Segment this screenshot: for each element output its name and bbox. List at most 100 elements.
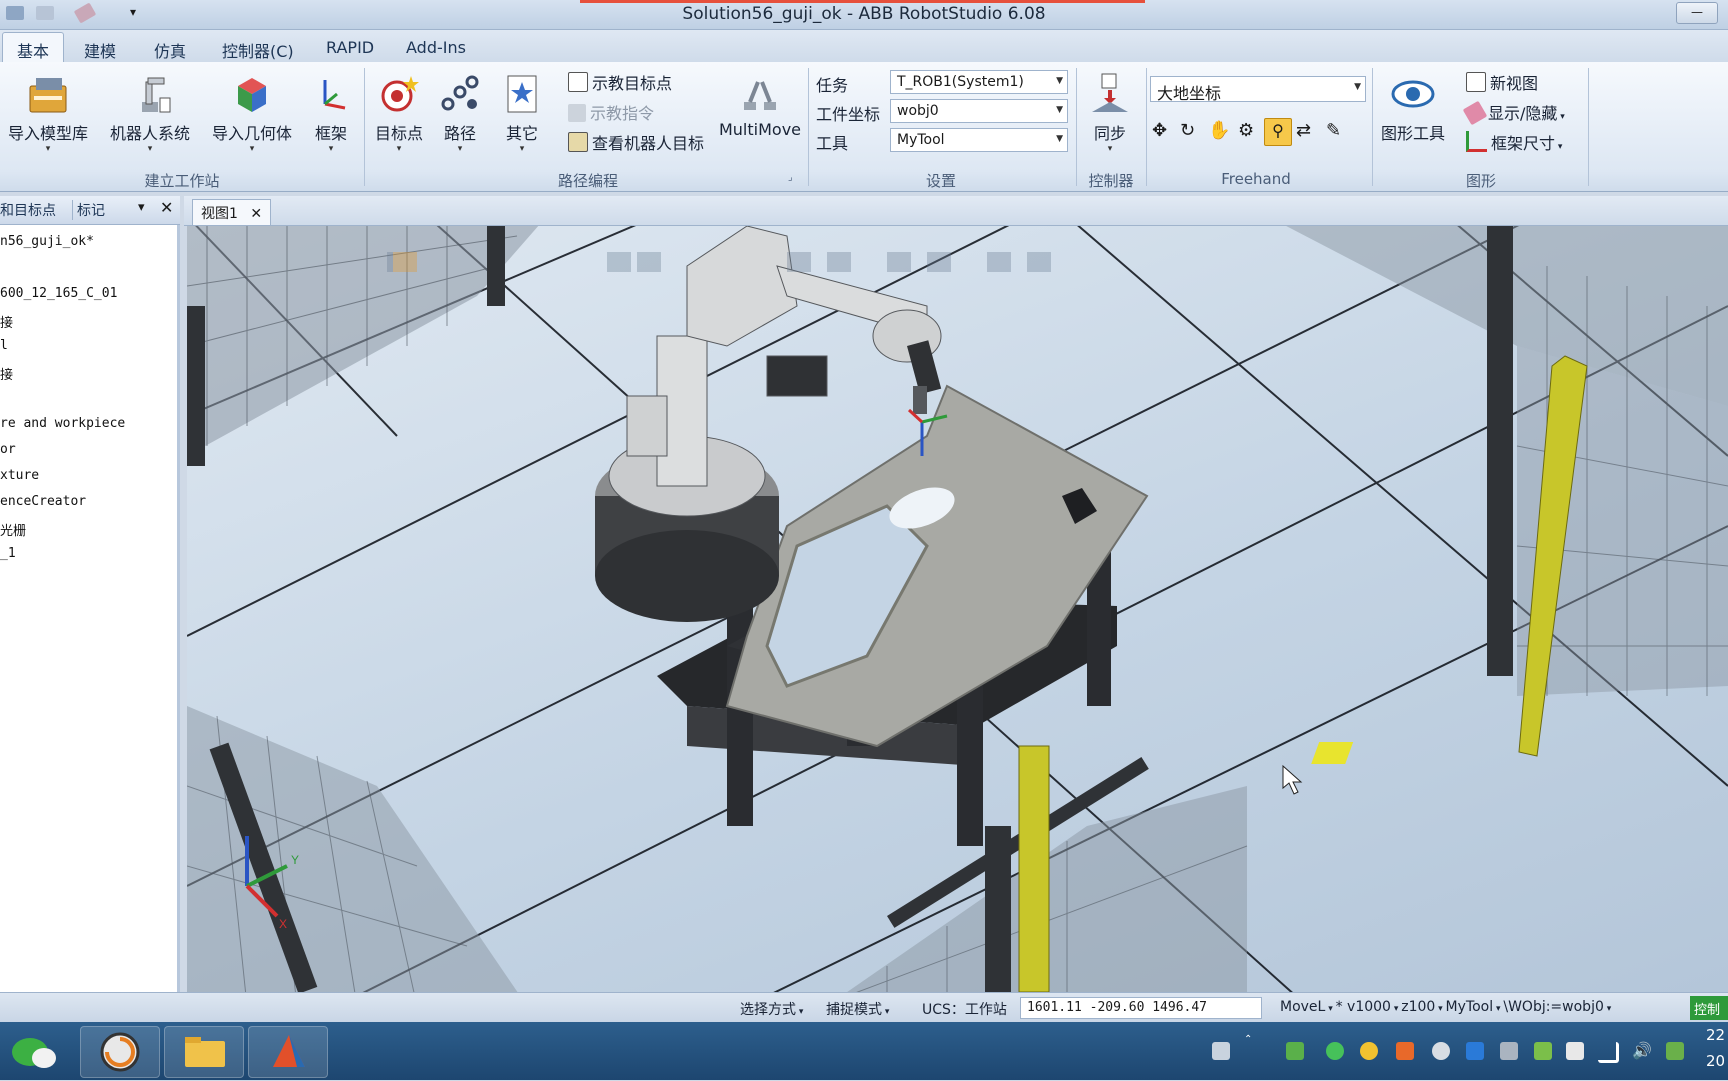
signal-icon[interactable] (1598, 1042, 1619, 1063)
sync-button[interactable]: 同步 ▾ (1082, 66, 1138, 162)
workobject-select[interactable]: wobj0 ▼ (890, 99, 1068, 123)
jog-reorient-icon[interactable]: ⇄ (1296, 120, 1311, 141)
security-icon[interactable] (1534, 1042, 1552, 1060)
taskbar-app-recorder-icon[interactable] (80, 1026, 160, 1078)
tree-item[interactable]: _1 (0, 546, 16, 561)
multi-robot-jog-icon[interactable]: ✎ (1326, 120, 1341, 141)
tree-item-fixture[interactable]: xture (0, 468, 39, 483)
snap-mode-dropdown[interactable]: 捕捉模式 ▾ (826, 999, 889, 1019)
3d-viewport[interactable]: Y X (187, 226, 1728, 992)
dialog-launcher-icon[interactable]: ⌟ (788, 172, 793, 183)
jog-hand-icon[interactable]: ✋ (1208, 120, 1230, 141)
tree-item[interactable]: or (0, 442, 16, 457)
wechat-icon[interactable] (2, 1026, 80, 1076)
tray-expand-icon[interactable]: ⌃ (1244, 1034, 1256, 1046)
tab-add-ins[interactable]: Add-Ins (398, 36, 474, 59)
group-label-settings: 设置 (925, 172, 956, 190)
robotstudio-app-icon[interactable] (248, 1026, 328, 1078)
tree-item[interactable]: 接 (0, 364, 13, 383)
tree-item-fence-creator[interactable]: enceCreator (0, 494, 86, 509)
add-icon[interactable] (1360, 1042, 1378, 1060)
new-view-label: 新视图 (1490, 74, 1539, 93)
move-icon[interactable]: ✥ (1152, 120, 1167, 141)
other-label: 其它 (505, 124, 538, 143)
controller-status-button[interactable]: 控制 (1690, 996, 1728, 1020)
selection-mode-dropdown[interactable]: 选择方式 ▾ (740, 999, 803, 1019)
teach-target-button[interactable]: 示教目标点 (568, 70, 672, 94)
battery-icon[interactable] (1286, 1042, 1304, 1060)
jog-joint-icon[interactable]: ⚙ (1238, 120, 1254, 141)
import-library-button[interactable]: 导入模型库 ▾ (2, 66, 94, 162)
new-view-button[interactable]: 新视图 (1466, 70, 1538, 94)
group-label-graphics: 图形 (1465, 172, 1496, 190)
import-library-label: 导入模型库 (7, 124, 88, 143)
multimove-button[interactable]: MultiMove (718, 66, 802, 162)
sync-icon (1088, 72, 1132, 116)
close-icon[interactable]: ✕ (160, 198, 173, 217)
tab-basic[interactable]: 基本 (2, 32, 65, 66)
graphics-tools-button[interactable]: 图形工具 (1376, 66, 1450, 162)
wobj-value: \WObj:=wobj0 (1503, 999, 1604, 1015)
dropdown-arrow-icon: ▾ (519, 144, 525, 154)
panel-pin-icon[interactable]: ▾ (138, 200, 145, 215)
file-explorer-icon[interactable] (164, 1026, 244, 1078)
group-separator (1372, 68, 1373, 186)
tab-simulation[interactable]: 仿真 (146, 36, 194, 64)
tool-label: 工具 (816, 134, 849, 153)
group-separator (1076, 68, 1077, 186)
keyboard-icon[interactable] (1212, 1042, 1230, 1060)
rotate-icon[interactable]: ↻ (1180, 120, 1195, 141)
view-robot-target-button[interactable]: 查看机器人目标 (568, 130, 704, 154)
tab-rapid[interactable]: RAPID (318, 36, 382, 59)
tab-paths-targets[interactable]: 和目标点 (0, 200, 56, 220)
tree-item[interactable]: 接 (0, 312, 13, 331)
clock-time: 22 (1706, 1026, 1726, 1044)
teach-instruction-button[interactable]: 示教指令 (568, 100, 654, 124)
tray-app-icon[interactable] (1432, 1042, 1450, 1060)
multimove-icon (738, 72, 782, 116)
tree-item-fixture-workpiece[interactable]: re and workpiece (0, 416, 125, 431)
status-bar: 选择方式 ▾ 捕捉模式 ▾ UCS：工作站 1601.11 -209.60 14… (0, 992, 1728, 1022)
frame-size-button[interactable]: 框架尺寸 ▾ (1466, 130, 1562, 154)
volume-icon[interactable]: 🔊 (1632, 1042, 1652, 1060)
tree-item[interactable]: l (0, 338, 8, 353)
clipboard-icon[interactable] (1566, 1042, 1584, 1060)
group-separator (808, 68, 809, 186)
tab-controller[interactable]: 控制器(C) (214, 36, 302, 64)
tab-modeling[interactable]: 建模 (76, 36, 124, 64)
tree-item-light-curtain[interactable]: 光栅 (0, 520, 26, 539)
frame-button[interactable]: 框架 ▾ (306, 66, 356, 162)
other-button[interactable]: 其它 ▾ (494, 66, 550, 162)
tool-select[interactable]: MyTool ▼ (890, 128, 1068, 152)
group-label-path-programming: 路径编程 (557, 172, 618, 190)
frame-size-label: 框架尺寸 (1491, 134, 1556, 153)
close-icon[interactable]: ✕ (250, 206, 262, 222)
path-button[interactable]: 路径 ▾ (434, 66, 486, 162)
tree-item-robot[interactable]: 600_12_165_C_01 (0, 286, 117, 301)
robot-system-button[interactable]: 机器人系统 ▾ (104, 66, 196, 162)
tab-view1[interactable]: 视图1 ✕ (192, 199, 272, 225)
bluetooth-icon[interactable] (1466, 1042, 1484, 1060)
group-label-freehand: Freehand (1221, 170, 1291, 188)
tab-tags[interactable]: 标记 (72, 200, 105, 220)
ribbon-tab-bar: 基本 建模 仿真 控制器(C) RAPID Add-Ins (0, 30, 1728, 66)
task-select[interactable]: T_ROB1(System1) ▼ (890, 70, 1068, 94)
tree-item-station[interactable]: n56_guji_ok* (0, 234, 94, 249)
tray-app-icon[interactable] (1396, 1042, 1414, 1060)
network-tray-icon[interactable] (1500, 1042, 1518, 1060)
instruction-template[interactable]: MoveL ▾ * v1000 ▾ z100 ▾ MyTool ▾ \WObj:… (1280, 999, 1611, 1015)
reference-frame-select[interactable]: 大地坐标 ▼ (1150, 76, 1366, 103)
geometry-cube-icon (230, 72, 274, 116)
wechat-tray-icon[interactable] (1326, 1042, 1344, 1060)
view-robot-target-icon (568, 132, 588, 152)
import-geometry-button[interactable]: 导入几何体 ▾ (206, 66, 298, 162)
show-hide-button[interactable]: 显示/隐藏 ▾ (1462, 100, 1565, 126)
jog-linear-icon[interactable]: ⚲ (1264, 118, 1292, 146)
dropdown-arrow-icon: ▾ (1435, 1004, 1446, 1014)
target-button[interactable]: 目标点 ▾ (370, 66, 428, 162)
show-hide-label: 显示/隐藏 (1488, 104, 1558, 123)
nvidia-icon[interactable] (1666, 1042, 1684, 1060)
multimove-label: MultiMove (718, 120, 801, 139)
minimize-button[interactable]: — (1676, 2, 1718, 24)
task-label: 任务 (816, 76, 849, 95)
